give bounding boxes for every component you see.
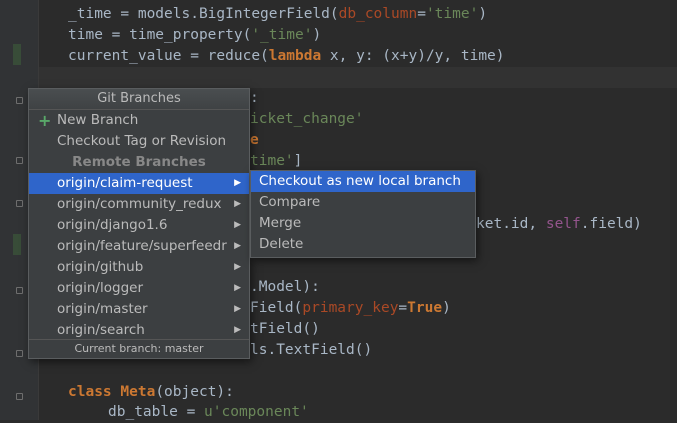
code-line-7: e	[250, 132, 259, 148]
triangle-right-icon: ▶	[234, 178, 241, 188]
current-line-highlight	[39, 67, 677, 88]
triangle-right-icon: ▶	[234, 199, 241, 209]
code-line-14: Field(primary_key=True)	[250, 300, 451, 316]
branch-item-community-redux[interactable]: origin/community_redux ▶	[29, 194, 249, 215]
branch-item-github[interactable]: origin/github ▶	[29, 257, 249, 278]
code-line-15: tField()	[250, 321, 320, 337]
new-branch-item[interactable]: + New Branch	[29, 110, 249, 131]
branch-item-django[interactable]: origin/django1.6 ▶	[29, 215, 249, 236]
vcs-change-marker	[13, 234, 21, 255]
code-line-1: _time = models.BigIntegerField(db_column…	[68, 6, 488, 22]
current-branch-status: Current branch: master	[29, 339, 249, 358]
compare-item[interactable]: Compare	[251, 192, 475, 213]
branch-actions-submenu: Checkout as new local branch Compare Mer…	[250, 170, 476, 258]
branch-item-master[interactable]: origin/master ▶	[29, 299, 249, 320]
fold-icon[interactable]	[16, 157, 23, 164]
popup-title: Git Branches	[29, 89, 249, 110]
code-line-5: :	[250, 90, 259, 106]
fold-icon[interactable]	[16, 200, 23, 207]
code-line-18: class Meta(object):	[68, 384, 234, 400]
delete-item[interactable]: Delete	[251, 234, 475, 255]
code-line-2: time = time_property('_time')	[68, 27, 322, 43]
code-line-10: ket.id, self.field)	[476, 216, 642, 232]
git-branches-popup: Git Branches + New Branch Checkout Tag o…	[28, 88, 250, 359]
fold-icon[interactable]	[16, 393, 23, 400]
fold-icon[interactable]	[16, 97, 23, 104]
triangle-right-icon: ▶	[234, 283, 241, 293]
triangle-right-icon: ▶	[234, 304, 241, 314]
code-line-16: ls.TextField()	[250, 342, 373, 358]
triangle-right-icon: ▶	[234, 262, 241, 272]
checkout-new-local-branch-item[interactable]: Checkout as new local branch	[251, 171, 475, 192]
fold-icon[interactable]	[16, 350, 23, 357]
code-line-13: .Model):	[250, 279, 320, 295]
branch-item-claim-request[interactable]: origin/claim-request ▶	[29, 173, 249, 194]
code-line-6: icket_change'	[250, 111, 364, 127]
triangle-right-icon: ▶	[234, 325, 241, 335]
branch-item-search[interactable]: origin/search ▶	[29, 320, 249, 341]
triangle-right-icon: ▶	[234, 241, 241, 251]
checkout-tag-item[interactable]: Checkout Tag or Revision	[29, 131, 249, 152]
plus-icon: +	[38, 111, 52, 130]
merge-item[interactable]: Merge	[251, 213, 475, 234]
triangle-right-icon: ▶	[234, 220, 241, 230]
branch-item-logger[interactable]: origin/logger ▶	[29, 278, 249, 299]
vcs-change-marker	[13, 44, 21, 65]
branch-item-feature-superfeedr[interactable]: origin/feature/superfeedr ▶	[29, 236, 249, 257]
remote-branches-header: Remote Branches	[72, 154, 206, 170]
fold-icon[interactable]	[16, 287, 23, 294]
code-line-3: current_value = reduce(lambda x, y: (x+y…	[68, 48, 505, 64]
code-line-8: time']	[250, 153, 303, 169]
